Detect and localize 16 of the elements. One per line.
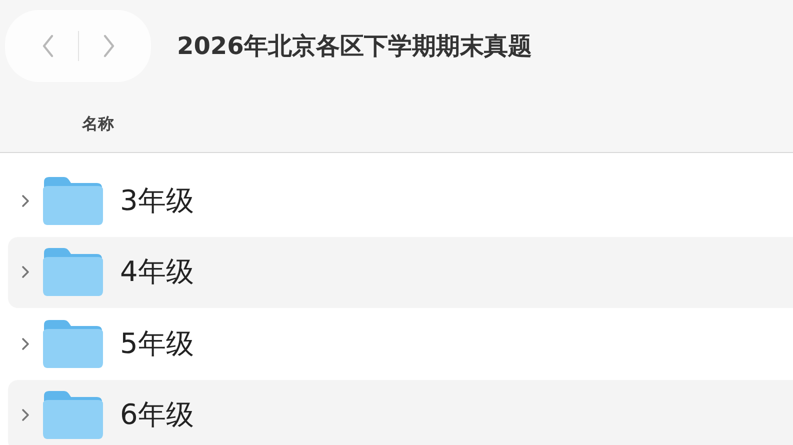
folder-name: 4年级 <box>120 254 194 290</box>
disclosure-chevron-icon[interactable] <box>20 194 30 208</box>
folder-icon <box>42 247 104 298</box>
disclosure-chevron-icon[interactable] <box>20 408 30 422</box>
folder-icon <box>42 318 104 369</box>
disclosure-chevron-icon[interactable] <box>20 336 30 351</box>
folder-name: 5年级 <box>120 326 194 362</box>
window-title: 2026年北京各区下学期期末真题 <box>177 31 532 62</box>
folder-row[interactable]: 4年级 <box>8 236 793 308</box>
disclosure-chevron-icon[interactable] <box>20 265 30 280</box>
folder-row[interactable]: 6年级 <box>8 380 793 445</box>
folder-icon <box>42 390 104 440</box>
folder-name: 6年级 <box>120 397 194 434</box>
folder-icon <box>42 176 104 226</box>
folder-name: 3年级 <box>120 182 194 219</box>
column-header[interactable]: 名称 <box>82 114 114 134</box>
